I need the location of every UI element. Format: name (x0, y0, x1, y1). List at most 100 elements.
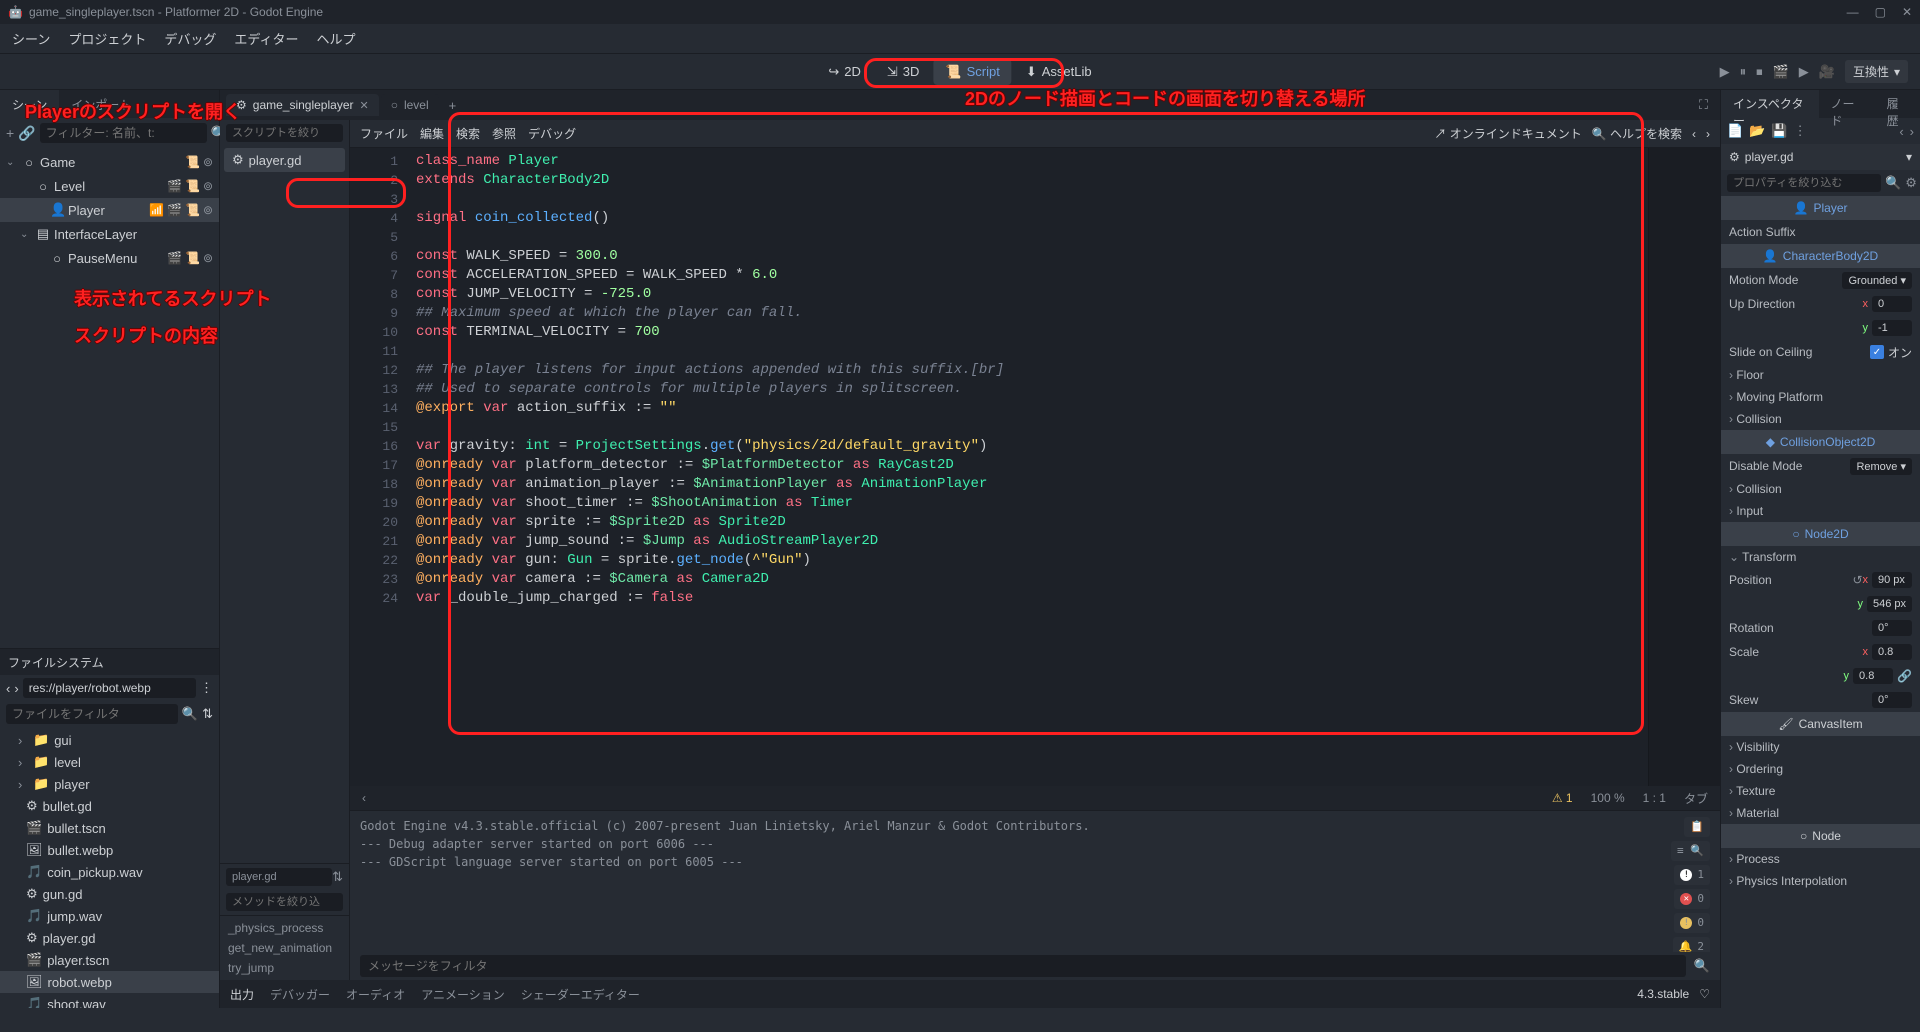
view-3d[interactable]: ⇲3D (875, 59, 932, 85)
script-list-item[interactable]: ⚙ player.gd (224, 148, 345, 172)
node-level[interactable]: ○ Level 🎬📜⊚ (0, 174, 219, 198)
indent-mode[interactable]: タブ (1684, 790, 1708, 807)
node-player[interactable]: 👤 Player 📶🎬📜⊚ (0, 198, 219, 222)
group-process[interactable]: Process (1721, 848, 1920, 870)
node-pausemenu[interactable]: ○ PauseMenu 🎬📜⊚ (0, 246, 219, 270)
method-filter-input[interactable] (226, 893, 343, 911)
node-interfacelayer[interactable]: ⌄▤ InterfaceLayer (0, 222, 219, 246)
badge-copy[interactable]: 📋 (1684, 817, 1710, 837)
group-moving-platform[interactable]: Moving Platform (1721, 386, 1920, 408)
play-icon[interactable]: ▶ (1720, 64, 1730, 80)
link-icon[interactable]: 🔗 (1897, 669, 1912, 683)
rotation-field[interactable]: 0° (1872, 620, 1912, 636)
script-attached-icon[interactable]: 📜 (185, 155, 200, 169)
tab-shader[interactable]: シェーダーエディター (521, 986, 640, 1003)
menu-debug[interactable]: デバッグ (528, 125, 576, 142)
motion-mode-dropdown[interactable]: Grounded ▾ (1842, 272, 1912, 289)
scale-y[interactable]: 0.8 (1853, 668, 1893, 684)
menu-help[interactable]: ヘルプ (316, 29, 355, 48)
fs-item-bullet-webp[interactable]: 🖼bullet.webp (0, 839, 219, 861)
back-icon[interactable]: ‹ (1899, 124, 1903, 139)
fs-path-input[interactable] (23, 678, 196, 698)
fwd-icon[interactable]: › (1910, 124, 1914, 139)
pos-x[interactable]: 90 px (1872, 572, 1912, 588)
code-editor[interactable]: 123456789101112131415161718192021222324 … (350, 148, 1720, 786)
tab-node[interactable]: ノード (1819, 90, 1875, 118)
fs-more-icon[interactable]: ⋮ (200, 680, 213, 696)
group-collision2[interactable]: Collision (1721, 478, 1920, 500)
link-icon[interactable]: 🔗 (18, 125, 35, 142)
search-help-link[interactable]: 🔍 ヘルプを検索 (1592, 125, 1682, 142)
menu-goto[interactable]: 参照 (492, 125, 516, 142)
fs-item-gui[interactable]: ›📁gui (0, 729, 219, 751)
nav-back-icon[interactable]: ‹ (1692, 127, 1696, 141)
menu-file[interactable]: ファイル (360, 125, 408, 142)
movie-icon[interactable]: 🎥 (1819, 64, 1835, 80)
minimap[interactable] (1648, 148, 1720, 786)
stop-icon[interactable]: ⏹ (1756, 64, 1763, 80)
fs-filter-input[interactable] (6, 704, 178, 724)
visibility-icon[interactable]: ⊚ (203, 155, 213, 169)
menu-edit[interactable]: 編集 (420, 125, 444, 142)
tab-game-singleplayer[interactable]: ⚙ game_singleplayer ✕ (226, 94, 379, 116)
tab-inspector[interactable]: インスペクター (1721, 90, 1819, 118)
search-icon[interactable]: 🔍 (182, 706, 198, 722)
up-dir-y[interactable]: -1 (1872, 320, 1912, 336)
menu-search[interactable]: 検索 (456, 125, 480, 142)
tab-history[interactable]: 履歴 (1875, 90, 1920, 118)
method-_physics_process[interactable]: _physics_process (220, 918, 349, 938)
up-dir-x[interactable]: 0 (1872, 296, 1912, 312)
fs-item-shoot-wav[interactable]: 🎵shoot.wav (0, 993, 219, 1008)
play-scene-icon[interactable]: 🎬 (1773, 64, 1789, 80)
search-icon[interactable]: 🔍 (1885, 175, 1901, 191)
tab-level[interactable]: ○level (381, 94, 439, 116)
sort-icon[interactable]: ⇅ (332, 869, 343, 885)
output-filter-input[interactable] (360, 955, 1686, 977)
fs-item-player[interactable]: ›📁player (0, 773, 219, 795)
search-icon[interactable]: 🔍 (1694, 958, 1710, 974)
open-script-icon[interactable]: 📜 (185, 203, 200, 217)
node-game[interactable]: ⌄○ Game 📜⊚ (0, 150, 219, 174)
close-icon[interactable]: ✕ (1902, 5, 1912, 19)
badge-error[interactable]: !1 (1674, 865, 1710, 885)
renderer-dropdown[interactable]: 互換性▾ (1845, 60, 1908, 83)
disable-mode-dropdown[interactable]: Remove ▾ (1850, 458, 1912, 475)
view-script[interactable]: 📜Script (933, 59, 1011, 85)
script-filter-input[interactable] (226, 124, 343, 142)
scroll-left-icon[interactable]: ‹ (362, 791, 366, 805)
fs-item-jump-wav[interactable]: 🎵jump.wav (0, 905, 219, 927)
inspector-resource[interactable]: ⚙ player.gd ▾ (1721, 144, 1920, 170)
script-current-input[interactable] (226, 868, 332, 886)
view-2d[interactable]: ↪2D (816, 59, 873, 85)
fs-item-level[interactable]: ›📁level (0, 751, 219, 773)
menu-editor[interactable]: エディター (234, 29, 298, 48)
view-assetlib[interactable]: ⬇AssetLib (1014, 59, 1104, 85)
minimize-icon[interactable]: — (1847, 5, 1859, 19)
add-tab-icon[interactable]: + (441, 94, 465, 117)
skew-field[interactable]: 0° (1872, 692, 1912, 708)
maximize-icon[interactable]: ▢ (1875, 5, 1886, 19)
heart-icon[interactable]: ♡ (1699, 987, 1710, 1001)
fs-item-robot-webp[interactable]: 🖼robot.webp (0, 971, 219, 993)
close-tab-icon[interactable]: ✕ (360, 99, 369, 112)
badge-bell[interactable]: 🔔2 (1673, 937, 1710, 952)
group-physics-interp[interactable]: Physics Interpolation (1721, 870, 1920, 892)
pos-y[interactable]: 546 px (1867, 596, 1912, 612)
pause-icon[interactable]: ⏸ (1740, 64, 1747, 80)
group-ordering[interactable]: Ordering (1721, 758, 1920, 780)
online-docs-link[interactable]: ↗ オンラインドキュメント (1434, 125, 1581, 142)
tab-animation[interactable]: アニメーション (421, 986, 505, 1003)
save-icon[interactable]: 💾 (1771, 123, 1787, 139)
group-floor[interactable]: Floor (1721, 364, 1920, 386)
fs-item-player-gd[interactable]: ⚙player.gd (0, 927, 219, 949)
more-icon[interactable]: ⋮ (1794, 123, 1807, 139)
back-icon[interactable]: ‹ (6, 681, 10, 696)
badge-x[interactable]: ✕0 (1674, 889, 1710, 909)
method-try_jump[interactable]: try_jump (220, 958, 349, 978)
method-get_new_animation[interactable]: get_new_animation (220, 938, 349, 958)
warning-count[interactable]: ⚠ 1 (1552, 791, 1573, 805)
fs-item-gun-gd[interactable]: ⚙gun.gd (0, 883, 219, 905)
settings-icon[interactable]: ⚙ (1905, 175, 1917, 191)
menu-project[interactable]: プロジェクト (68, 29, 146, 48)
expand-icon[interactable]: ⛶ (1693, 97, 1714, 113)
